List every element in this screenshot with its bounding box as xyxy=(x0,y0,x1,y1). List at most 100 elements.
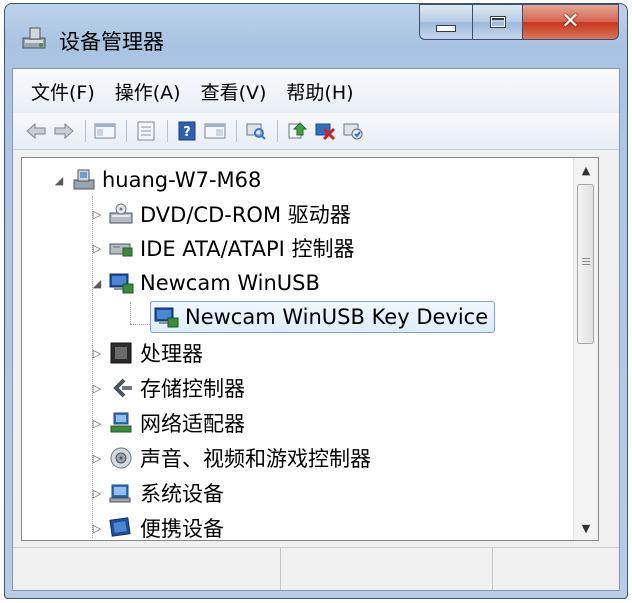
status-bar xyxy=(13,547,619,590)
enable-device-icon xyxy=(343,123,363,140)
portable-device-icon xyxy=(108,516,134,540)
close-button[interactable]: ✕ xyxy=(523,4,619,40)
menu-view[interactable]: 查看(V) xyxy=(191,74,277,109)
expand-arrow-icon[interactable]: ▷ xyxy=(90,381,104,395)
status-pane-right xyxy=(493,548,619,590)
network-adapter-icon xyxy=(108,411,134,435)
tree-root-label: huang-W7-M68 xyxy=(102,168,262,192)
menu-file[interactable]: 文件(F) xyxy=(21,74,105,109)
export-button[interactable] xyxy=(202,118,228,144)
back-icon xyxy=(26,122,46,140)
tree-item-network[interactable]: ▷ 网络适配器 xyxy=(90,406,245,440)
tree-item-sound[interactable]: ▷ 声音、视频和游戏控制器 xyxy=(90,441,371,475)
status-pane-main xyxy=(13,548,281,590)
status-pane-middle xyxy=(281,548,493,590)
usb-device-icon xyxy=(108,271,134,295)
help-button[interactable]: ? xyxy=(174,118,200,144)
tree-item-ide[interactable]: ▷ IDE ATA/ATAPI 控制器 xyxy=(90,231,355,265)
scan-hardware-icon xyxy=(246,123,266,140)
tree-item-portable[interactable]: ▷ 便携设备 xyxy=(90,511,224,541)
help-icon: ? xyxy=(178,121,196,141)
tree-item-label: 处理器 xyxy=(140,342,203,366)
tree-item-system[interactable]: ▷ 系统设备 xyxy=(90,476,224,510)
window-title: 设备管理器 xyxy=(59,30,164,54)
usb-device-icon xyxy=(153,305,179,329)
console-tree-button[interactable] xyxy=(92,118,118,144)
scroll-up-arrow-icon[interactable]: ▲ xyxy=(574,158,598,182)
tree-item-label: 网络适配器 xyxy=(140,412,245,436)
toolbar: ? xyxy=(13,113,619,150)
grip-line xyxy=(582,264,590,265)
svg-text:?: ? xyxy=(183,125,191,140)
toolbar-separator xyxy=(167,120,168,142)
minimize-icon xyxy=(436,24,456,32)
console-tree-icon xyxy=(94,123,116,139)
tree-item-label: 声音、视频和游戏控制器 xyxy=(140,447,371,471)
tree-item-processor[interactable]: ▷ 处理器 xyxy=(90,336,203,370)
device-tree[interactable]: ◢ huang-W7-M68 ▷ DVD/CD-ROM 驱动器 ▷ IDE AT… xyxy=(21,157,599,541)
tree-item-label: 便携设备 xyxy=(140,517,224,541)
expand-arrow-icon[interactable]: ▷ xyxy=(90,416,104,430)
uninstall-icon xyxy=(315,123,336,141)
maximize-button[interactable] xyxy=(473,4,523,40)
ide-controller-icon xyxy=(108,236,134,260)
sound-icon xyxy=(108,446,134,470)
tree-item-dvd[interactable]: ▷ DVD/CD-ROM 驱动器 xyxy=(90,197,351,231)
tree-root[interactable]: ◢ huang-W7-M68 xyxy=(52,163,262,197)
enable-device-button[interactable] xyxy=(340,118,366,144)
expand-arrow-icon[interactable]: ▷ xyxy=(90,241,104,255)
properties-icon xyxy=(137,121,155,141)
scan-hardware-button[interactable] xyxy=(243,118,269,144)
tree-item-newcam-winusb[interactable]: ◢ Newcam WinUSB xyxy=(90,266,320,300)
tree-item-label: DVD/CD-ROM 驱动器 xyxy=(140,203,351,227)
system-device-icon xyxy=(108,481,134,505)
grip-line xyxy=(582,258,590,259)
device-manager-window: 设备管理器 ✕ 文件(F) 操作(A) 查看(V) 帮助(H) ? ◢ huan… xyxy=(4,3,628,599)
storage-controller-icon xyxy=(108,376,134,400)
forward-icon xyxy=(54,122,74,140)
close-icon: ✕ xyxy=(561,9,580,34)
expand-arrow-icon[interactable]: ▷ xyxy=(90,207,104,221)
menu-help[interactable]: 帮助(H) xyxy=(276,74,363,109)
collapse-arrow-icon[interactable]: ◢ xyxy=(52,173,66,187)
scrollbar-thumb[interactable] xyxy=(577,184,594,344)
tree-connector xyxy=(130,324,150,325)
collapse-arrow-icon[interactable]: ◢ xyxy=(90,276,104,290)
tree-item-newcam-key-device[interactable]: Newcam WinUSB Key Device xyxy=(150,301,496,333)
dvd-drive-icon xyxy=(108,202,134,226)
computer-icon xyxy=(70,168,96,192)
tree-item-storage[interactable]: ▷ 存储控制器 xyxy=(90,371,245,405)
menu-action[interactable]: 操作(A) xyxy=(105,74,191,109)
caption-buttons: ✕ xyxy=(419,4,619,42)
processor-icon xyxy=(108,341,134,365)
minimize-button[interactable] xyxy=(419,4,473,40)
toolbar-separator xyxy=(277,120,278,142)
device-manager-icon xyxy=(21,26,49,50)
scroll-down-arrow-icon[interactable]: ▼ xyxy=(574,516,598,540)
toolbar-separator xyxy=(126,120,127,142)
expand-arrow-icon[interactable]: ▷ xyxy=(90,451,104,465)
tree-item-label: Newcam WinUSB xyxy=(140,271,320,295)
properties-button[interactable] xyxy=(133,118,159,144)
update-driver-button[interactable] xyxy=(284,118,310,144)
title-bar[interactable]: 设备管理器 ✕ xyxy=(5,4,627,68)
expand-arrow-icon[interactable]: ▷ xyxy=(90,486,104,500)
tree-item-label: IDE ATA/ATAPI 控制器 xyxy=(140,237,355,261)
tree-item-label: 系统设备 xyxy=(140,482,224,506)
tree-item-label: 存储控制器 xyxy=(140,377,245,401)
vertical-scrollbar[interactable]: ▲ ▼ xyxy=(573,158,598,540)
back-button[interactable] xyxy=(23,118,49,144)
grip-line xyxy=(582,261,590,262)
tree-item-label: Newcam WinUSB Key Device xyxy=(185,305,489,329)
toolbar-separator xyxy=(85,120,86,142)
expand-arrow-icon[interactable]: ▷ xyxy=(90,521,104,535)
forward-button[interactable] xyxy=(51,118,77,144)
export-icon xyxy=(204,123,226,139)
menu-bar: 文件(F) 操作(A) 查看(V) 帮助(H) xyxy=(13,69,619,114)
toolbar-separator xyxy=(236,120,237,142)
expand-arrow-icon[interactable]: ▷ xyxy=(90,346,104,360)
maximize-icon xyxy=(489,16,506,28)
client-area: 文件(F) 操作(A) 查看(V) 帮助(H) ? ◢ huang-W7-M68… xyxy=(12,68,620,591)
tree-connector xyxy=(130,302,131,324)
uninstall-button[interactable] xyxy=(312,118,338,144)
